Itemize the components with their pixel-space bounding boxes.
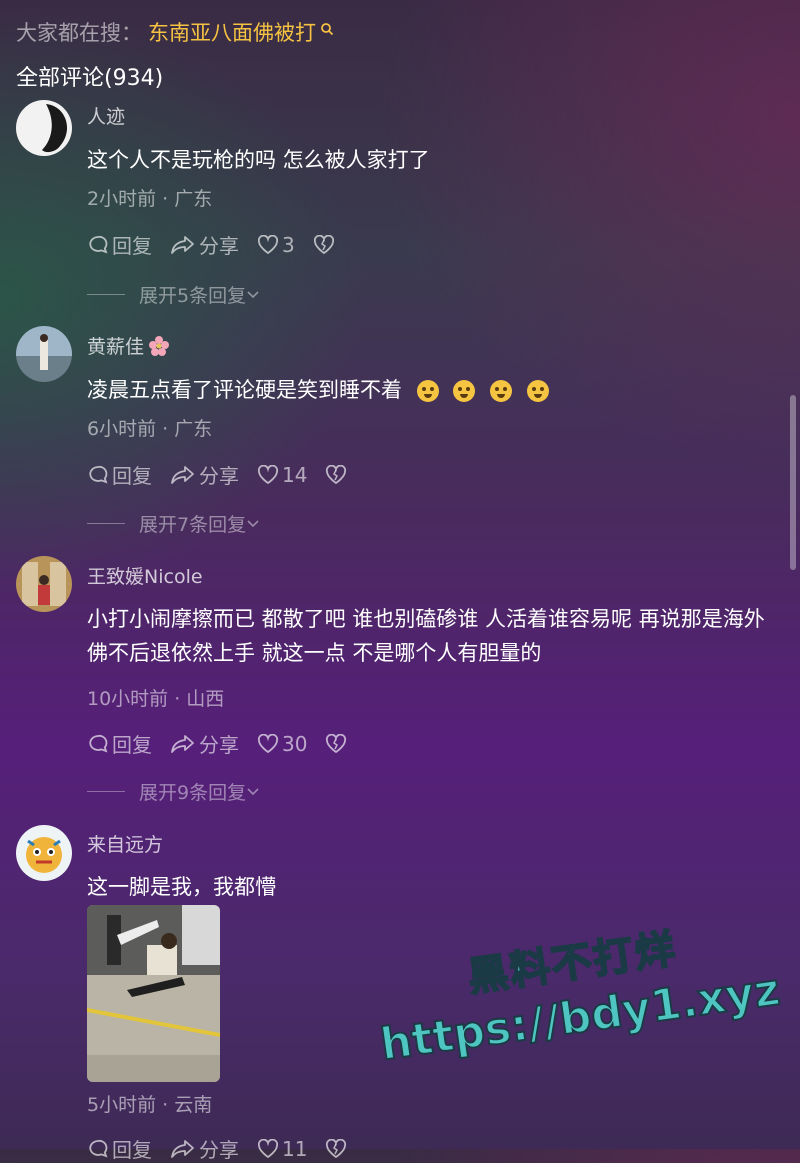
share-button[interactable]: 分享 <box>170 230 239 259</box>
comment-text: 这个人不是玩枪的吗 怎么被人家打了 <box>87 148 430 172</box>
like-button[interactable]: 30 <box>257 732 307 756</box>
scrollbar[interactable] <box>790 395 796 570</box>
divider-line <box>87 294 125 295</box>
comment-text: 这一脚是我，我都懵 <box>87 875 276 899</box>
comments-header: 全部评论(934) <box>16 66 164 91</box>
expand-replies-label: 展开7条回复 <box>139 514 247 536</box>
avatar[interactable] <box>16 556 72 612</box>
reply-icon <box>89 235 108 253</box>
comment-meta: 10小时前 · 山西 <box>87 688 225 710</box>
share-label: 分享 <box>199 464 239 488</box>
search-icon <box>320 17 334 36</box>
comment-meta: 5小时前 · 云南 <box>87 1094 213 1116</box>
expand-replies-button[interactable]: 展开5条回复 <box>87 281 260 308</box>
comment-actions: 回复 分享 30 <box>87 729 368 758</box>
broken-heart-icon <box>313 234 334 254</box>
comment-text: 小打小闹摩擦而已 都散了吧 谁也别磕碜谁 人活着谁容易呢 再说那是海外 佛不后退… <box>87 607 765 665</box>
divider-line <box>87 791 125 792</box>
share-icon <box>171 734 194 753</box>
pleading-emoji-icon <box>526 380 549 402</box>
search-term-link[interactable]: 东南亚八面佛被打 <box>148 17 316 47</box>
share-label: 分享 <box>199 733 239 757</box>
reply-button[interactable]: 回复 <box>87 230 152 259</box>
comment-username[interactable]: 黄薪佳 <box>87 332 170 359</box>
reply-label: 回复 <box>112 464 152 488</box>
expand-replies-label: 展开9条回复 <box>139 782 247 804</box>
reply-label: 回复 <box>112 234 152 258</box>
comment-text-content: 凌晨五点看了评论硬是笑到睡不着 <box>87 378 402 402</box>
comment-username[interactable]: 人迹 <box>87 102 125 129</box>
like-button[interactable]: 14 <box>257 463 307 487</box>
dislike-button[interactable] <box>313 234 338 255</box>
expand-replies-button[interactable]: 展开7条回复 <box>87 510 260 537</box>
chevron-down-icon <box>247 787 259 795</box>
expand-replies-button[interactable]: 展开9条回复 <box>87 778 260 805</box>
reply-label: 回复 <box>112 733 152 757</box>
comment-actions: 回复 分享 3 <box>87 230 356 259</box>
dislike-button[interactable] <box>325 464 350 485</box>
avatar[interactable] <box>16 825 72 881</box>
heart-icon <box>257 234 279 254</box>
reply-button[interactable]: 回复 <box>87 729 152 758</box>
comment-meta: 2小时前 · 广东 <box>87 188 213 210</box>
comment-image[interactable] <box>87 905 220 1082</box>
heart-icon <box>257 733 279 753</box>
like-button[interactable]: 3 <box>257 233 295 257</box>
comment-username[interactable]: 来自远方 <box>87 830 163 857</box>
like-count: 3 <box>282 232 295 257</box>
reply-icon <box>89 465 108 483</box>
chevron-down-icon <box>247 519 259 527</box>
username-text: 黄薪佳 <box>87 336 145 358</box>
comment-text: 凌晨五点看了评论硬是笑到睡不着 <box>87 373 770 407</box>
search-prefix: 大家都在搜： <box>16 21 142 45</box>
pleading-emoji-icon <box>490 380 513 402</box>
flower-icon <box>149 335 170 356</box>
divider-line <box>87 523 125 524</box>
reply-icon <box>89 734 108 752</box>
like-count: 30 <box>282 731 308 756</box>
share-icon <box>171 465 194 484</box>
share-button[interactable]: 分享 <box>170 460 239 489</box>
expand-replies-label: 展开5条回复 <box>139 285 247 307</box>
watermark: 黑料不打烊 https://bdy1.xyz <box>360 902 792 1072</box>
share-button[interactable]: 分享 <box>170 729 239 758</box>
laughing-emoji-icon <box>453 380 476 402</box>
broken-heart-icon <box>326 464 347 484</box>
laughing-emoji-icon <box>416 380 439 402</box>
comment-actions: 回复 分享 14 <box>87 460 368 489</box>
dislike-button[interactable] <box>325 733 350 754</box>
share-icon <box>171 235 194 254</box>
comment-username[interactable]: 王致媛Nicole <box>87 562 203 589</box>
comment-meta: 6小时前 · 广东 <box>87 418 213 440</box>
chevron-down-icon <box>247 290 259 298</box>
broken-heart-icon <box>326 733 347 753</box>
share-label: 分享 <box>199 234 239 258</box>
heart-icon <box>257 464 279 484</box>
like-count: 14 <box>282 462 308 487</box>
avatar[interactable] <box>16 100 72 156</box>
avatar[interactable] <box>16 326 72 382</box>
reply-button[interactable]: 回复 <box>87 460 152 489</box>
search-suggestion[interactable]: 大家都在搜： 东南亚八面佛被打 <box>16 14 334 50</box>
